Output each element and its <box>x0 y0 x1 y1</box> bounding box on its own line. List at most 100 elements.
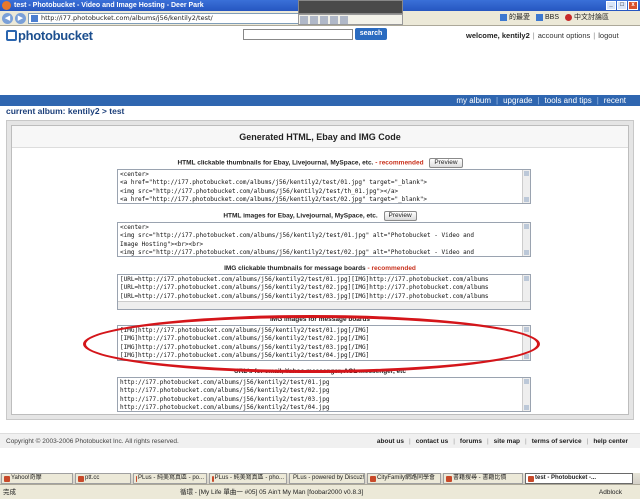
site-header: photobucket search welcome, kentily2 | acc… <box>0 26 640 45</box>
copyright-text: Copyright © 2003-2006 Photobucket Inc. A… <box>6 438 179 445</box>
taskbar-item[interactable]: PLus - 純美寫真區 - pho... <box>209 473 287 484</box>
breadcrumb: current album: kentily2 > test <box>6 106 124 116</box>
toolbar-icon[interactable] <box>300 16 308 24</box>
window-title: test - Photobucket - Video and Image Hos… <box>14 2 204 9</box>
mini-toolbar <box>298 14 403 25</box>
code-textarea-html-thumbnails[interactable]: <center> <a href="http://i77.photobucket… <box>117 169 531 204</box>
footer-link-forums[interactable]: forums <box>460 434 482 449</box>
taskbar: Yahoo!奇摩 ptt.cc PLus - 純美寫真區 - po... PLu… <box>0 472 640 484</box>
vertical-scrollbar[interactable] <box>522 170 530 203</box>
footer-link-terms[interactable]: terms of service <box>532 434 582 449</box>
content-area: Generated HTML, Ebay and IMG Code HTML c… <box>6 120 634 420</box>
vertical-scrollbar[interactable] <box>522 378 530 411</box>
vertical-scrollbar[interactable] <box>522 223 530 256</box>
nav-recent[interactable]: recent <box>604 95 626 106</box>
welcome-text: welcome, kentily2 <box>466 31 530 40</box>
vertical-scrollbar[interactable] <box>522 326 530 360</box>
bookmark-forum[interactable]: 中文討論區 <box>565 12 609 22</box>
taskbar-item[interactable]: 書籍搜尋 - 書籍比價 <box>443 473 523 484</box>
taskbar-item[interactable]: Yahoo!奇摩 <box>1 473 73 484</box>
breadcrumb-arrow: > <box>101 106 107 116</box>
photobucket-logo[interactable]: photobucket <box>6 28 93 43</box>
preview-button[interactable]: Preview <box>429 158 463 168</box>
separator: | <box>537 96 540 105</box>
panel-title: Generated HTML, Ebay and IMG Code <box>12 126 628 148</box>
toolbar-icon[interactable] <box>320 16 328 24</box>
toolbar-icon[interactable] <box>340 16 348 24</box>
logout-link[interactable]: logout <box>598 31 618 40</box>
nav-my-album[interactable]: my album <box>456 95 491 106</box>
forward-button[interactable]: ▶ <box>15 12 26 24</box>
nav-tools-and-tips[interactable]: tools and tips <box>545 95 592 106</box>
globe-icon <box>565 13 573 21</box>
app-icon <box>136 475 137 482</box>
app-icon <box>4 475 10 482</box>
status-bar: 完成 循環 - [My Life 單曲一 #05] 05 Ain't My Ma… <box>0 484 640 499</box>
code-textarea-img-images[interactable]: [IMG]http://i77.photobucket.com/albums/j… <box>117 325 531 361</box>
logo-icon <box>6 30 17 41</box>
folder-icon <box>536 13 543 21</box>
separator: | <box>525 438 527 445</box>
section-label-urls: URL's for email, Yahoo messenger, AOL me… <box>234 368 406 375</box>
footer-link-help[interactable]: help center <box>593 434 628 449</box>
close-button[interactable]: x <box>628 1 638 10</box>
recommended-tag: - recommended <box>367 265 416 272</box>
overlay-window <box>298 0 403 14</box>
preview-button[interactable]: Preview <box>383 211 417 221</box>
separator: | <box>593 31 596 40</box>
section-label-img-thumbnails: IMG clickable thumbnails for message boa… <box>224 265 416 272</box>
code-textarea-img-thumbnails[interactable]: [URL=http://i77.photobucket.com/albums/j… <box>117 274 531 310</box>
nav-upgrade[interactable]: upgrade <box>503 95 532 106</box>
back-button[interactable]: ◀ <box>2 12 13 24</box>
taskbar-item[interactable]: ptt.cc <box>75 473 131 484</box>
window-controls: _ □ x <box>606 1 638 10</box>
search-input[interactable] <box>243 29 353 40</box>
toolbar-icon[interactable] <box>330 16 338 24</box>
separator: | <box>409 438 411 445</box>
bookmarks-bar: 的最愛 BBS 中文討論區 <box>500 12 609 22</box>
folder-icon <box>500 13 507 21</box>
footer-link-sitemap[interactable]: site map <box>494 434 520 449</box>
toolbar-icon[interactable] <box>310 16 318 24</box>
search-button[interactable]: search <box>355 28 387 40</box>
taskbar-item-active[interactable]: test - Photobucket -... <box>525 473 633 484</box>
code-textarea-urls[interactable]: http://i77.photobucket.com/albums/j56/ke… <box>117 377 531 412</box>
account-options-link[interactable]: account options <box>538 31 591 40</box>
user-links: welcome, kentily2 | account options | logout <box>466 31 619 40</box>
separator: | <box>586 438 589 445</box>
adblock-indicator[interactable]: Adblock <box>599 485 622 499</box>
url-bar[interactable]: http://i77.photobucket.com/albums/j56/ke… <box>28 12 303 24</box>
breadcrumb-user[interactable]: kentily2 <box>68 106 100 116</box>
site-footer: Copyright © 2003-2006 Photobucket Inc. A… <box>0 433 640 448</box>
section-label-html-images: HTML images for Ebay, Livejournal, MySpa… <box>12 211 628 221</box>
app-icon <box>446 475 452 482</box>
taskbar-item[interactable]: CityFamily網路同學會 <box>367 473 441 484</box>
code-panel: Generated HTML, Ebay and IMG Code HTML c… <box>11 125 629 415</box>
header-spacer <box>0 45 640 95</box>
album-prefix: current album: <box>6 106 66 116</box>
app-icon <box>212 475 214 482</box>
minimize-button[interactable]: _ <box>606 1 616 10</box>
browser-icon <box>2 1 11 10</box>
horizontal-scrollbar[interactable] <box>118 301 530 309</box>
separator: | <box>486 438 489 445</box>
recommended-tag: - recommended <box>375 159 424 167</box>
separator: | <box>496 96 499 105</box>
bookmark-favorites[interactable]: 的最愛 <box>500 12 530 22</box>
section-label-html-thumbnails: HTML clickable thumbnails for Ebay, Live… <box>12 158 628 168</box>
app-icon <box>78 475 84 482</box>
site-nav: my album | upgrade | tools and tips | re… <box>0 95 640 106</box>
footer-links: about us | contact us | forums | site ma… <box>377 434 628 449</box>
taskbar-item[interactable]: PLus - powered by Discuz! <box>289 473 365 484</box>
app-icon <box>370 475 376 482</box>
code-textarea-html-images[interactable]: <center> <img src="http://i77.photobucke… <box>117 222 531 257</box>
now-playing-text: 循環 - [My Life 單曲一 #05] 05 Ain't My Man [… <box>180 489 364 496</box>
footer-link-about[interactable]: about us <box>377 434 404 449</box>
maximize-button[interactable]: □ <box>617 1 627 10</box>
footer-link-contact[interactable]: contact us <box>416 434 449 449</box>
taskbar-item[interactable]: PLus - 純美寫真區 - po... <box>133 473 207 484</box>
bookmark-bbs[interactable]: BBS <box>536 13 559 21</box>
separator: | <box>532 31 535 40</box>
app-icon <box>528 475 534 482</box>
breadcrumb-album: test <box>109 106 125 116</box>
